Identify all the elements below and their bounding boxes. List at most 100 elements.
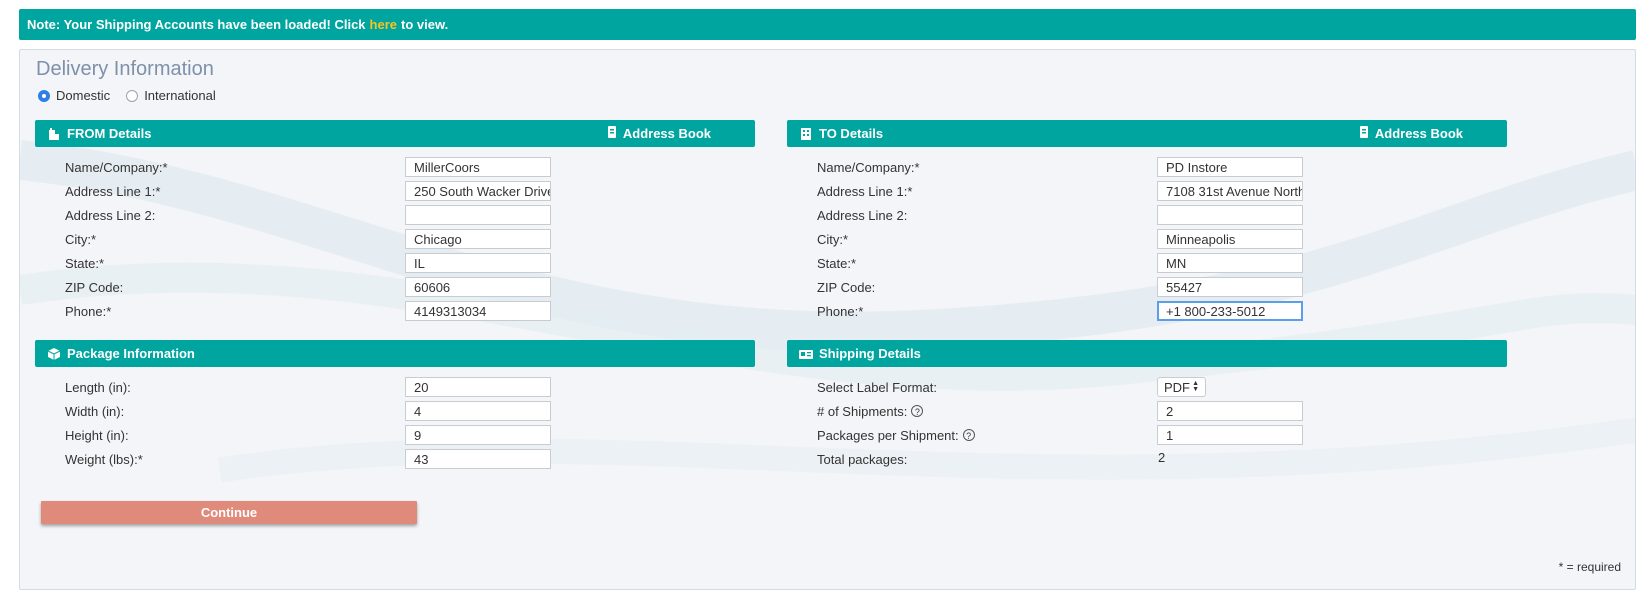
label-format-select[interactable]: PDF ▲ ▼ — [1157, 377, 1206, 397]
from-state-label: State:* — [65, 255, 105, 271]
package-information-title: Package Information — [67, 346, 195, 361]
package-row-width: Width (in): 4 — [65, 400, 551, 422]
to-city-label: City:* — [817, 231, 849, 247]
height-input[interactable]: 9 — [405, 425, 551, 445]
to-row-state: State:* MN — [817, 252, 1303, 274]
package-icon — [47, 347, 61, 361]
to-row-zip: ZIP Code: 55427 — [817, 276, 1303, 298]
width-input[interactable]: 4 — [405, 401, 551, 421]
from-address1-label: Address Line 1:* — [65, 183, 161, 199]
office-building-icon — [799, 127, 813, 141]
to-state-input[interactable]: MN — [1157, 253, 1303, 273]
to-zip-label: ZIP Code: — [817, 279, 876, 295]
id-card-icon — [799, 347, 813, 361]
shipments-label: # of Shipments: — [817, 403, 908, 419]
width-label: Width (in): — [65, 403, 125, 419]
shipping-row-label-format: Select Label Format: PDF ▲ ▼ — [817, 376, 1206, 398]
from-row-name: Name/Company:* MillerCoors — [65, 156, 551, 178]
from-name-input[interactable]: MillerCoors — [405, 157, 551, 177]
to-address2-label: Address Line 2: — [817, 207, 908, 223]
from-phone-label: Phone:* — [65, 303, 112, 319]
package-row-height: Height (in): 9 — [65, 424, 551, 446]
from-address2-input[interactable] — [405, 205, 551, 225]
shipments-input[interactable]: 2 — [1157, 401, 1303, 421]
height-label: Height (in): — [65, 427, 129, 443]
shipping-details-header: Shipping Details — [787, 340, 1507, 367]
from-row-address2: Address Line 2: — [65, 204, 551, 226]
from-address1-input[interactable]: 250 South Wacker Drive — [405, 181, 551, 201]
to-row-name: Name/Company:* PD Instore — [817, 156, 1303, 178]
notice-text-before: Note: Your Shipping Accounts have been l… — [27, 17, 366, 32]
from-address-book-button[interactable]: Address Book — [607, 120, 711, 147]
package-information-header: Package Information — [35, 340, 755, 367]
length-input[interactable]: 20 — [405, 377, 551, 397]
total-packages-label: Total packages: — [817, 451, 908, 467]
delivery-information-panel: Delivery Information Domestic Internatio… — [19, 49, 1636, 590]
to-address-book-button[interactable]: Address Book — [1359, 120, 1463, 147]
from-row-address1: Address Line 1:* 250 South Wacker Drive — [65, 180, 551, 202]
total-packages-value: 2 — [1158, 449, 1166, 465]
shipping-row-packages: Packages per Shipment: ? 1 — [817, 424, 1303, 446]
from-phone-input[interactable]: 4149313034 — [405, 301, 551, 321]
to-name-label: Name/Company:* — [817, 159, 920, 175]
from-city-input[interactable]: Chicago — [405, 229, 551, 249]
from-row-city: City:* Chicago — [65, 228, 551, 250]
to-details-header: TO Details Address Book — [787, 120, 1507, 147]
shipping-accounts-notice: Note: Your Shipping Accounts have been l… — [19, 9, 1636, 40]
packages-label: Packages per Shipment: — [817, 427, 959, 443]
to-row-phone: Phone:* +1 800-233-5012 — [817, 300, 1303, 322]
to-city-input[interactable]: Minneapolis — [1157, 229, 1303, 249]
radio-international[interactable] — [126, 89, 139, 102]
question-circle-icon[interactable]: ? — [911, 405, 924, 417]
radio-domestic[interactable] — [38, 89, 50, 102]
packages-label-wrap: Packages per Shipment: ? — [817, 428, 1157, 443]
from-zip-label: ZIP Code: — [65, 279, 124, 295]
to-phone-input[interactable]: +1 800-233-5012 — [1157, 301, 1303, 321]
package-row-weight: Weight (lbs):* 43 — [65, 448, 551, 470]
shipping-row-shipments: # of Shipments: ? 2 — [817, 400, 1303, 422]
continue-button[interactable]: Continue — [41, 501, 417, 524]
address-book-icon — [607, 126, 617, 141]
to-details-title: TO Details — [819, 126, 884, 141]
to-name-input[interactable]: PD Instore — [1157, 157, 1303, 177]
notice-here-link[interactable]: here — [370, 17, 397, 32]
to-phone-label: Phone:* — [817, 303, 864, 319]
building-icon — [47, 127, 61, 141]
from-zip-input[interactable]: 60606 — [405, 277, 551, 297]
select-arrows-icon: ▲ ▼ — [1192, 380, 1199, 393]
to-row-city: City:* Minneapolis — [817, 228, 1303, 250]
to-row-address2: Address Line 2: — [817, 204, 1303, 226]
radio-international-label[interactable]: International — [144, 88, 216, 103]
shipping-row-total: Total packages: 2 — [817, 448, 1165, 470]
weight-label: Weight (lbs):* — [65, 451, 143, 467]
from-row-phone: Phone:* 4149313034 — [65, 300, 551, 322]
question-circle-icon[interactable]: ? — [962, 429, 975, 441]
shipping-details-title: Shipping Details — [819, 346, 921, 361]
label-format-label: Select Label Format: — [817, 379, 937, 395]
label-format-value: PDF — [1164, 379, 1190, 395]
shipments-label-wrap: # of Shipments: ? — [817, 404, 1157, 419]
to-address1-label: Address Line 1:* — [817, 183, 913, 199]
to-address1-input[interactable]: 7108 31st Avenue North — [1157, 181, 1303, 201]
delivery-type-group: Domestic International — [38, 88, 226, 103]
notice-text-after: to view. — [401, 17, 449, 32]
from-row-state: State:* IL — [65, 252, 551, 274]
to-zip-input[interactable]: 55427 — [1157, 277, 1303, 297]
from-details-header: FROM Details Address Book — [35, 120, 755, 147]
packages-input[interactable]: 1 — [1157, 425, 1303, 445]
from-address2-label: Address Line 2: — [65, 207, 156, 223]
from-name-label: Name/Company:* — [65, 159, 168, 175]
required-note: * = required — [1558, 560, 1621, 574]
from-city-label: City:* — [65, 231, 97, 247]
weight-input[interactable]: 43 — [405, 449, 551, 469]
to-row-address1: Address Line 1:* 7108 31st Avenue North — [817, 180, 1303, 202]
length-label: Length (in): — [65, 379, 131, 395]
to-address-book-label: Address Book — [1374, 126, 1463, 141]
package-row-length: Length (in): 20 — [65, 376, 551, 398]
from-state-input[interactable]: IL — [405, 253, 551, 273]
page-title: Delivery Information — [36, 58, 214, 80]
to-address2-input[interactable] — [1157, 205, 1303, 225]
radio-domestic-label[interactable]: Domestic — [56, 88, 110, 103]
from-row-zip: ZIP Code: 60606 — [65, 276, 551, 298]
from-address-book-label: Address Book — [622, 126, 711, 141]
